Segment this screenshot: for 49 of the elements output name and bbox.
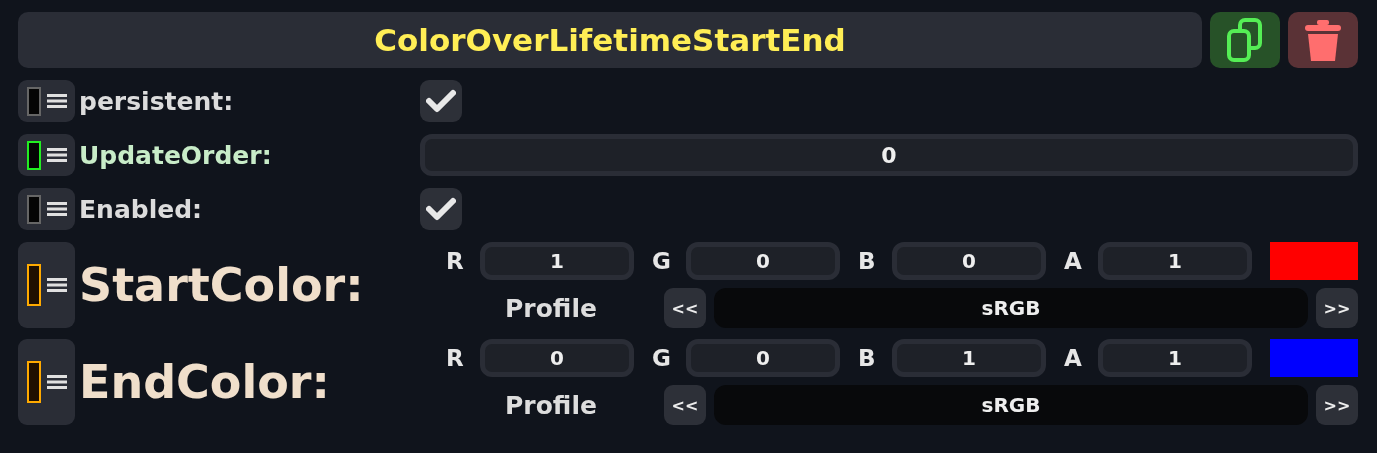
channel-field[interactable]: 1 bbox=[892, 339, 1046, 377]
profile-selector[interactable]: sRGB bbox=[714, 288, 1308, 328]
drag-handle[interactable] bbox=[18, 134, 75, 176]
menu-icon bbox=[46, 148, 67, 162]
channel-label: B bbox=[858, 248, 877, 274]
drag-handle[interactable] bbox=[18, 339, 75, 425]
checkbox[interactable] bbox=[420, 80, 462, 122]
channel-field[interactable]: 0 bbox=[480, 339, 634, 377]
delete-button[interactable] bbox=[1288, 12, 1358, 68]
channel-label: G bbox=[652, 248, 672, 274]
channel-field[interactable]: 1 bbox=[1098, 242, 1252, 280]
property-label: persistent: bbox=[79, 86, 234, 116]
next-button[interactable]: >> bbox=[1316, 288, 1358, 328]
drag-handle[interactable] bbox=[18, 80, 75, 122]
menu-icon bbox=[46, 94, 67, 108]
channel-field[interactable]: 0 bbox=[686, 242, 840, 280]
channel-label: R bbox=[446, 248, 465, 274]
channel-field[interactable]: 0 bbox=[892, 242, 1046, 280]
checkmark-icon bbox=[426, 88, 456, 114]
next-button[interactable]: >> bbox=[1316, 385, 1358, 425]
checkmark-icon bbox=[426, 196, 456, 222]
property-label: UpdateOrder: bbox=[79, 140, 272, 170]
property-label: EndColor: bbox=[79, 355, 330, 409]
drag-handle[interactable] bbox=[18, 242, 75, 328]
profile-label: Profile bbox=[504, 390, 598, 420]
profile-label: Profile bbox=[504, 293, 598, 323]
checkbox[interactable] bbox=[420, 188, 462, 230]
color-swatch[interactable] bbox=[1270, 242, 1358, 280]
duplicate-button[interactable] bbox=[1210, 12, 1280, 68]
channel-field[interactable]: 1 bbox=[1098, 339, 1252, 377]
profile-selector[interactable]: sRGB bbox=[714, 385, 1308, 425]
channel-field[interactable]: 1 bbox=[480, 242, 634, 280]
channel-label: A bbox=[1064, 345, 1083, 371]
menu-icon bbox=[46, 375, 67, 389]
channel-label: R bbox=[446, 345, 465, 371]
property-label: StartColor: bbox=[79, 258, 364, 312]
color-swatch[interactable] bbox=[1270, 339, 1358, 377]
previous-button[interactable]: << bbox=[664, 385, 706, 425]
channel-field[interactable]: 0 bbox=[686, 339, 840, 377]
property-label: Enabled: bbox=[79, 194, 203, 224]
channel-label: G bbox=[652, 345, 672, 371]
previous-button[interactable]: << bbox=[664, 288, 706, 328]
number-field[interactable]: 0 bbox=[420, 134, 1358, 176]
menu-icon bbox=[46, 202, 67, 216]
channel-label: B bbox=[858, 345, 877, 371]
panel-title: ColorOverLifetimeStartEnd bbox=[18, 12, 1202, 68]
channel-label: A bbox=[1064, 248, 1083, 274]
menu-icon bbox=[46, 278, 67, 292]
drag-handle[interactable] bbox=[18, 188, 75, 230]
